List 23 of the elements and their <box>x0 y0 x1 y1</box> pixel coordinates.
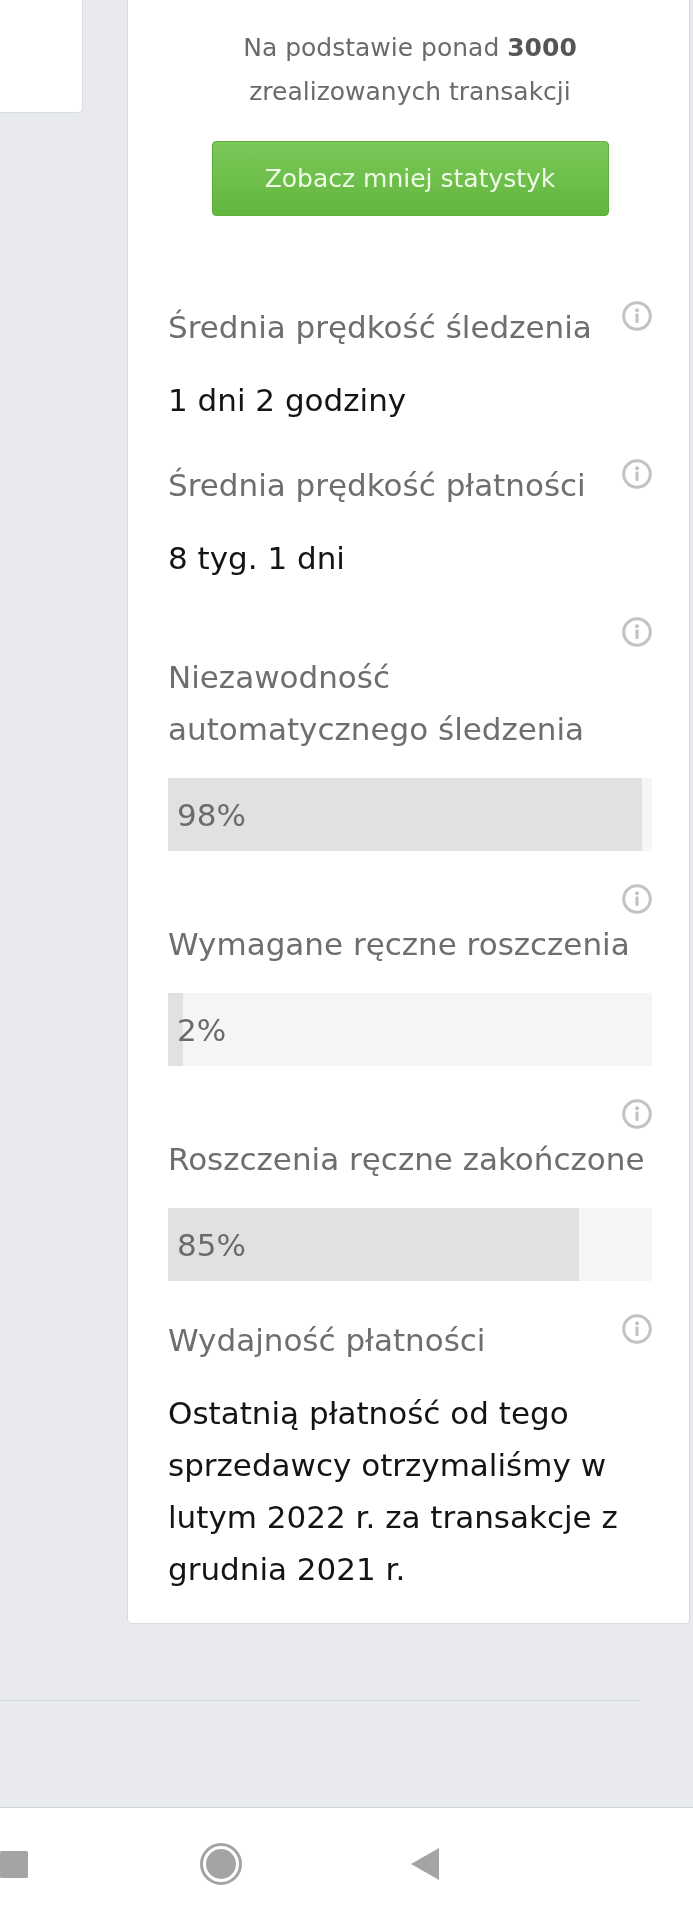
summary-text: Na podstawie ponad 3000 zrealizowanych transakcji <box>242 32 578 108</box>
info-icon[interactable] <box>622 459 652 489</box>
percentage-value: 2% <box>177 1010 227 1050</box>
info-icon[interactable] <box>622 617 652 647</box>
percentage-value: 98% <box>177 795 246 835</box>
stat-value: 8 tyg. 1 dni <box>168 539 346 578</box>
stat-label: Wymagane ręczne roszczenia <box>168 925 630 964</box>
stat-label: Średnia prędkość śledzenia <box>168 308 592 347</box>
info-icon[interactable] <box>622 301 652 331</box>
toggle-stats-button[interactable]: Zobacz mniej statystyk <box>211 141 609 216</box>
info-icon[interactable] <box>622 884 652 914</box>
stat-label: Niezawodność automatycznego śledzenia <box>168 658 586 749</box>
square-icon[interactable] <box>0 1850 28 1878</box>
stat-value: 1 dni 2 godziny <box>168 381 408 420</box>
info-icon[interactable] <box>622 1099 652 1129</box>
stat-label: Wydajność płatności <box>168 1321 486 1360</box>
stat-value: Ostatnią płatność od tego sprzedawcy otrzymaliśmy w lutym 2022 r. za transakcje z grudnia 2021 r. <box>168 1394 619 1589</box>
percentage-value: 85% <box>177 1225 246 1265</box>
stat-label: Średnia prędkość płatności <box>168 466 586 505</box>
info-icon[interactable] <box>622 1314 652 1344</box>
home-icon[interactable] <box>200 1843 242 1885</box>
stat-label: Roszczenia ręczne zakończone <box>168 1140 645 1179</box>
back-icon[interactable] <box>411 1848 439 1880</box>
